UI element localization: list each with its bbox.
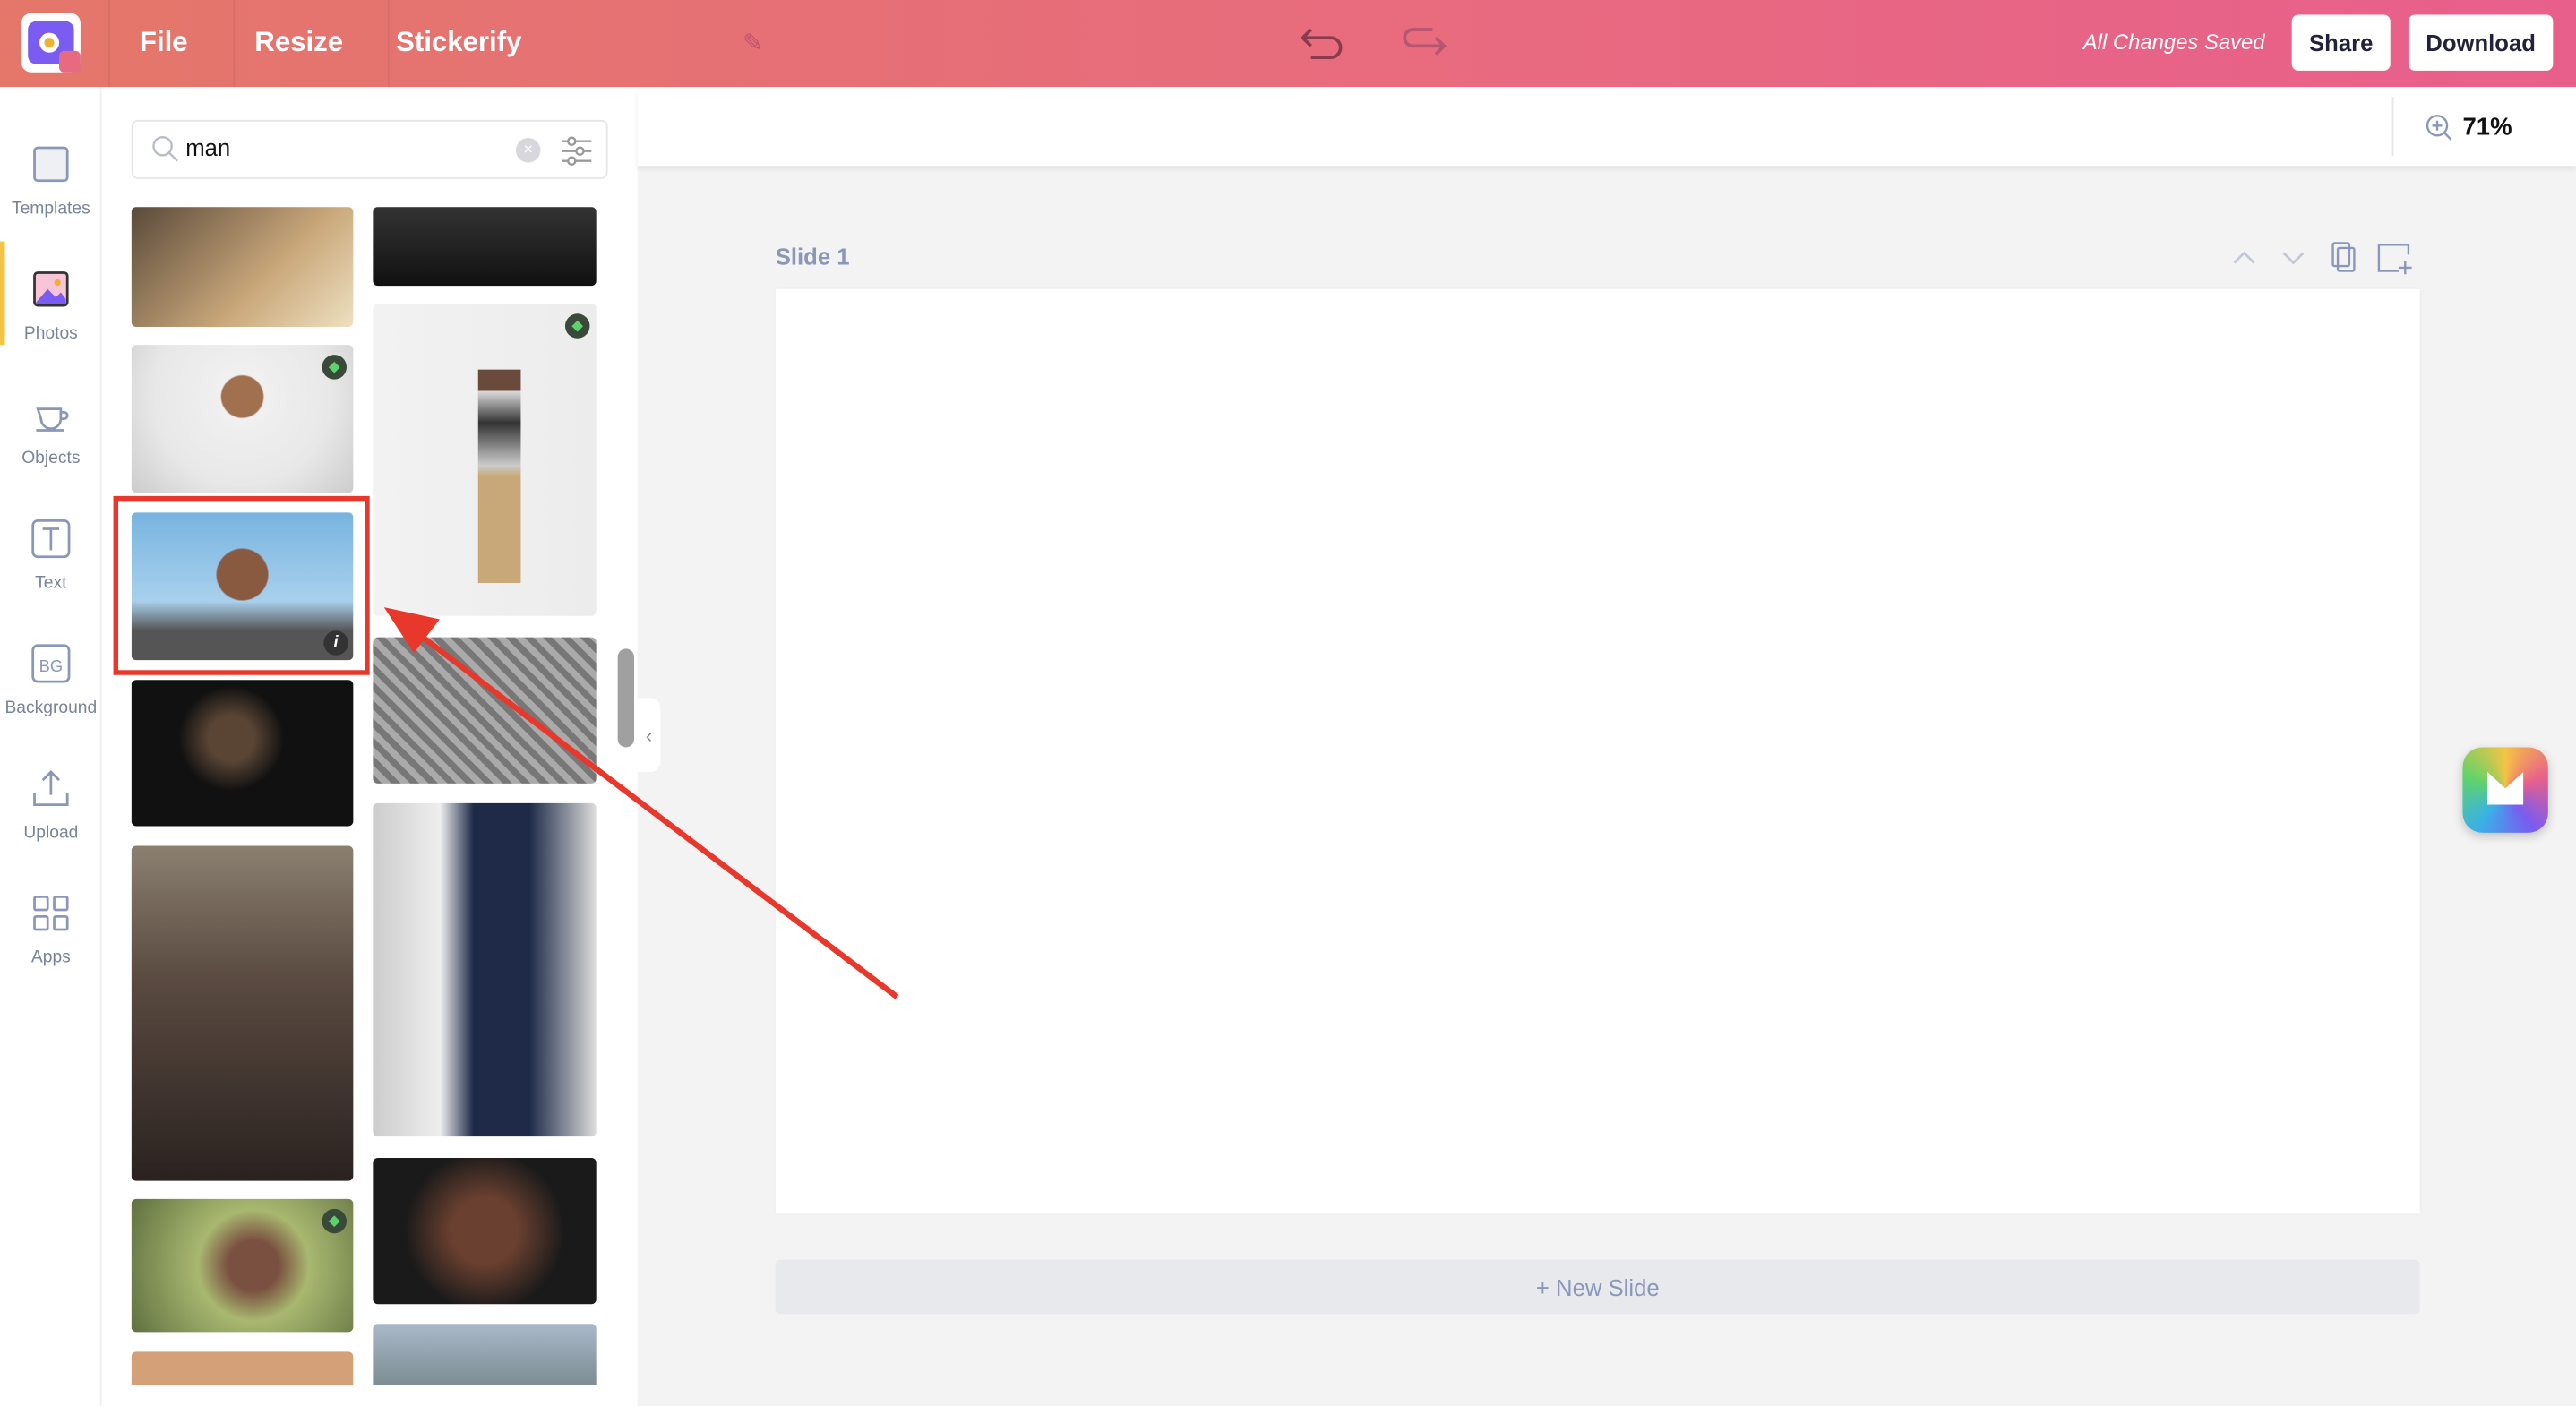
photo-thumbnail[interactable] <box>373 802 597 1137</box>
zoom-icon[interactable] <box>2425 114 2454 143</box>
photo-thumbnail[interactable] <box>373 637 597 784</box>
photo-thumbnail[interactable]: ◆ <box>131 1198 354 1333</box>
photo-results: ◆ i ◆ ◆ <box>131 207 597 1385</box>
sidebar: Templates Photos Objects Text BG Backgro… <box>0 87 102 1406</box>
filter-icon[interactable] <box>559 133 595 169</box>
photo-thumbnail[interactable]: ◆ <box>373 304 597 616</box>
objects-icon <box>36 407 69 432</box>
photo-thumbnail[interactable] <box>131 207 354 327</box>
search-box: × <box>131 119 608 179</box>
background-icon: BG <box>31 644 71 683</box>
sidebar-label: Upload <box>23 822 79 843</box>
file-menu[interactable]: File <box>140 26 188 59</box>
photo-thumbnail[interactable] <box>373 1324 597 1385</box>
top-bar: File Resize Stickerify ✎ All Changes Sav… <box>0 0 2576 88</box>
selection-highlight <box>113 495 370 675</box>
sidebar-item-templates[interactable]: Templates <box>0 133 102 252</box>
text-icon <box>31 519 71 559</box>
sidebar-item-upload[interactable]: Upload <box>0 757 102 875</box>
sidebar-label: Apps <box>30 947 71 968</box>
move-up-icon[interactable] <box>2233 251 2255 264</box>
premium-icon: ◆ <box>322 1208 348 1234</box>
editor: File Resize Stickerify ✎ All Changes Sav… <box>0 0 2576 1406</box>
new-slide-button[interactable]: + New Slide <box>775 1259 2420 1315</box>
photo-thumbnail[interactable] <box>373 1157 597 1305</box>
premium-icon: ◆ <box>564 313 590 339</box>
search-icon <box>152 135 178 162</box>
upload-icon <box>33 770 69 807</box>
clear-search-icon[interactable]: × <box>515 138 541 163</box>
slide-canvas[interactable] <box>775 288 2420 1214</box>
photo-thumbnail[interactable] <box>131 680 354 827</box>
save-status: All Changes Saved <box>2082 30 2265 55</box>
photo-thumbnail[interactable] <box>131 845 354 1181</box>
slide-controls <box>2233 242 2412 275</box>
photo-thumbnail[interactable]: ◆ <box>131 345 354 493</box>
sidebar-label: Text <box>35 573 67 594</box>
sidebar-item-objects[interactable]: Objects <box>0 382 102 501</box>
redo-icon[interactable] <box>1400 20 1449 63</box>
sidebar-item-photos[interactable]: Photos <box>0 258 102 376</box>
templates-icon <box>33 146 69 183</box>
canvas-toolbar: 71% <box>637 87 2576 167</box>
apps-icon <box>33 895 69 931</box>
sidebar-label: Photos <box>23 323 78 344</box>
sidebar-item-text[interactable]: Text <box>0 508 102 626</box>
photo-thumbnail[interactable] <box>131 1351 354 1385</box>
collapse-panel-button[interactable]: ‹ <box>637 698 661 772</box>
premium-icon: ◆ <box>322 355 348 380</box>
pencil-icon[interactable]: ✎ <box>743 28 763 57</box>
search-input[interactable] <box>185 134 515 161</box>
svg-text:BG: BG <box>39 656 63 675</box>
panel-scrollbar[interactable] <box>617 648 635 748</box>
stickerify-menu[interactable]: Stickerify <box>396 26 521 59</box>
slide-title: Slide 1 <box>775 243 850 270</box>
sidebar-label: Objects <box>21 448 81 468</box>
share-button[interactable]: Share <box>2291 14 2391 71</box>
undo-icon[interactable] <box>1298 20 1347 63</box>
add-slide-icon[interactable] <box>2377 244 2412 275</box>
app-logo[interactable] <box>21 13 81 73</box>
move-down-icon[interactable] <box>2282 252 2305 265</box>
assistant-app-icon[interactable] <box>2462 747 2548 833</box>
photo-thumbnail[interactable] <box>373 207 597 287</box>
download-button[interactable]: Download <box>2408 14 2554 71</box>
photos-icon <box>33 271 69 307</box>
sidebar-item-apps[interactable]: Apps <box>0 882 102 1000</box>
sidebar-label: Templates <box>11 198 90 219</box>
resize-menu[interactable]: Resize <box>254 26 343 59</box>
duplicate-icon[interactable] <box>2331 242 2356 272</box>
zoom-level[interactable]: 71% <box>2462 114 2512 141</box>
sidebar-label: Background <box>4 698 98 718</box>
sidebar-item-background[interactable]: BG Background <box>0 632 102 750</box>
